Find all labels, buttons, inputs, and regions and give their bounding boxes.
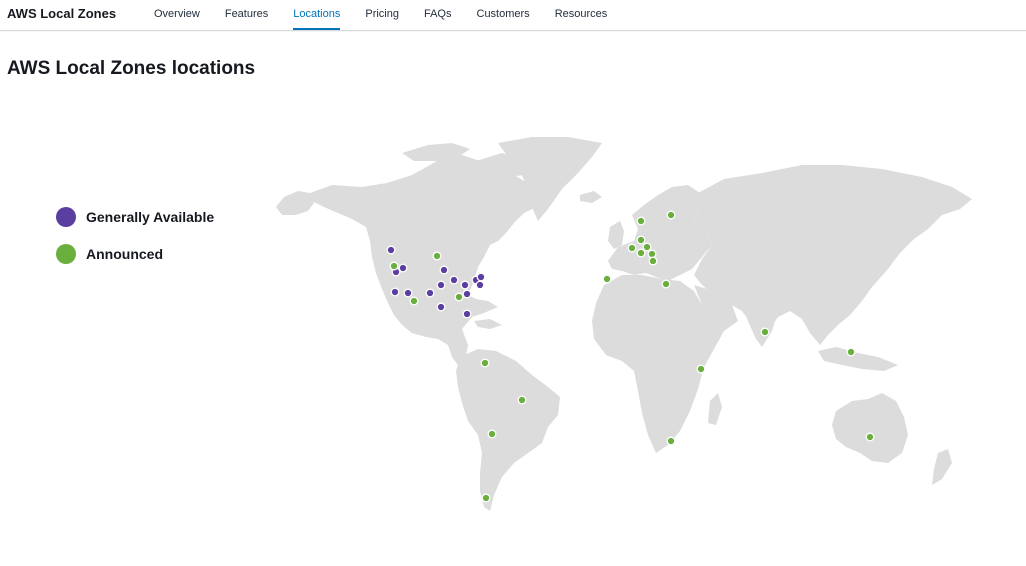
location-marker-announced[interactable]	[760, 327, 770, 337]
location-marker-available[interactable]	[436, 280, 446, 290]
location-marker-available[interactable]	[403, 288, 413, 298]
australia-land	[832, 393, 908, 463]
caribbean-land	[474, 319, 502, 329]
location-marker-announced[interactable]	[432, 251, 442, 261]
south-america-land	[456, 349, 560, 511]
location-marker-announced[interactable]	[661, 279, 671, 289]
iceland-land	[580, 191, 602, 203]
location-marker-announced[interactable]	[480, 358, 490, 368]
location-marker-available[interactable]	[425, 288, 435, 298]
location-marker-announced[interactable]	[648, 256, 658, 266]
location-marker-announced[interactable]	[627, 243, 637, 253]
location-marker-available[interactable]	[462, 289, 472, 299]
announced-dot-icon	[56, 244, 76, 264]
location-marker-announced[interactable]	[481, 493, 491, 503]
nav-link-pricing[interactable]: Pricing	[365, 0, 399, 30]
location-marker-available[interactable]	[390, 287, 400, 297]
alaska-land	[276, 191, 314, 215]
continents	[276, 137, 972, 511]
location-marker-announced[interactable]	[602, 274, 612, 284]
location-marker-available[interactable]	[386, 245, 396, 255]
nav-link-features[interactable]: Features	[225, 0, 268, 30]
location-marker-available[interactable]	[439, 265, 449, 275]
location-marker-available[interactable]	[475, 280, 485, 290]
location-marker-announced[interactable]	[636, 216, 646, 226]
location-marker-announced[interactable]	[454, 292, 464, 302]
legend-label-announced: Announced	[86, 246, 163, 262]
location-marker-available[interactable]	[449, 275, 459, 285]
nav-link-overview[interactable]: Overview	[154, 0, 200, 30]
location-marker-announced[interactable]	[666, 436, 676, 446]
location-marker-announced[interactable]	[636, 235, 646, 245]
location-marker-available[interactable]	[398, 263, 408, 273]
location-marker-available[interactable]	[436, 302, 446, 312]
location-marker-announced[interactable]	[647, 249, 657, 259]
location-marker-available[interactable]	[476, 272, 486, 282]
location-marker-announced[interactable]	[865, 432, 875, 442]
nav-link-customers[interactable]: Customers	[477, 0, 530, 30]
nav-links: Overview Features Locations Pricing FAQs…	[154, 0, 632, 30]
location-marker-announced[interactable]	[696, 364, 706, 374]
southeast-asia-islands-land	[818, 347, 898, 371]
top-navigation: AWS Local Zones Overview Features Locati…	[0, 0, 1026, 31]
india-land	[742, 301, 778, 347]
world-map	[276, 137, 972, 511]
nav-link-locations[interactable]: Locations	[293, 0, 341, 30]
legend-label-available: Generally Available	[86, 209, 215, 225]
uk-land	[608, 221, 624, 249]
brand-title[interactable]: AWS Local Zones	[7, 6, 116, 21]
nav-link-resources[interactable]: Resources	[555, 0, 608, 30]
nav-link-faqs[interactable]: FAQs	[424, 0, 452, 30]
available-dot-icon	[56, 207, 76, 227]
location-marker-announced[interactable]	[409, 296, 419, 306]
location-marker-announced[interactable]	[517, 395, 527, 405]
location-marker-available[interactable]	[462, 309, 472, 319]
location-marker-announced[interactable]	[636, 248, 646, 258]
location-marker-announced[interactable]	[642, 242, 652, 252]
madagascar-land	[708, 393, 722, 425]
location-marker-announced[interactable]	[487, 429, 497, 439]
north-america-land	[310, 155, 542, 365]
legend-item-available: Generally Available	[56, 207, 214, 227]
location-marker-available[interactable]	[460, 280, 470, 290]
location-marker-announced[interactable]	[389, 261, 399, 271]
page-title: AWS Local Zones locations	[7, 58, 256, 79]
location-marker-announced[interactable]	[666, 210, 676, 220]
location-marker-announced[interactable]	[846, 347, 856, 357]
new-zealand-land	[932, 449, 952, 485]
legend-item-announced: Announced	[56, 244, 214, 264]
map-legend: Generally Available Announced	[56, 207, 214, 281]
